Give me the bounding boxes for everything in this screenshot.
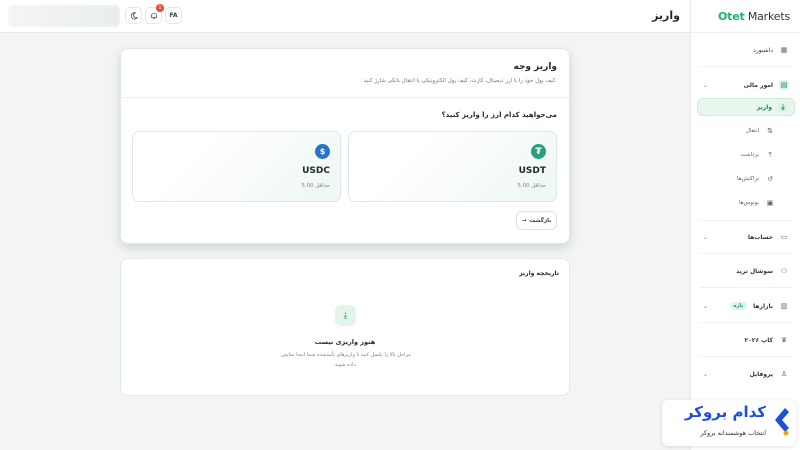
top-header: 1 FA واریز [0, 0, 690, 33]
watermark: کدام بروکر انتخاب هوشمندانه بروکر [662, 400, 796, 446]
divider [699, 287, 793, 288]
chevron-down-icon: ⌄ [703, 233, 709, 241]
coin-minimum: حداقل 5.00 [517, 183, 546, 189]
card-icon: ▭ [780, 233, 788, 241]
sidebar-item-label: واریز [756, 103, 772, 111]
user-icon: ♙ [780, 370, 788, 378]
notifications-button[interactable]: 1 [145, 4, 164, 24]
deposit-description: کیف پول خود را با ارز دیجیتال، کارت، کیف… [363, 78, 557, 84]
download-icon: ⤓ [778, 102, 788, 112]
sidebar-item-label: پروفایل [749, 370, 773, 378]
sidebar-item-label: کاپ ۲۰۲۶ [744, 336, 773, 344]
back-label: بازگشت [529, 217, 552, 224]
history-icon: ↺ [767, 175, 773, 183]
page-title: واریز [652, 9, 680, 22]
sidebar-item-finance[interactable]: ▤ امور مالی ⌄ [697, 76, 795, 94]
coin-option-usdt[interactable]: ₮ USDT حداقل 5.00 [348, 131, 557, 202]
gift-icon: ▣ [766, 199, 774, 207]
sidebar-item-bonuses[interactable]: ▣ بونوس‌ها [697, 194, 795, 212]
divider [699, 322, 793, 323]
usdc-icon: $ [315, 144, 330, 159]
sidebar-item-withdraw[interactable]: ⤒ برداشت [697, 146, 795, 164]
upload-icon: ⤒ [768, 150, 772, 159]
sidebar-item-label: بازارها [753, 302, 773, 310]
sidebar-item-label: سوشال ترید [736, 267, 773, 275]
transfer-icon: ⇅ [767, 127, 773, 135]
sidebar-item-deposit[interactable]: ⤓ واریز [697, 98, 795, 116]
language-button[interactable]: FA [165, 7, 182, 24]
logo-suffix: Markets [744, 10, 790, 23]
chevron-down-icon: ⌄ [703, 81, 709, 89]
coin-minimum: حداقل 5.00 [301, 183, 330, 189]
sidebar-item-label: انتقال [745, 128, 759, 134]
sidebar-item-transactions[interactable]: ↺ تراکنش‌ها [697, 170, 795, 188]
back-button[interactable]: بازگشت → [516, 211, 557, 230]
deposit-history-card: تاریخچه واریز ⤓ هنوز واریزی نیست مراحل ب… [120, 258, 570, 396]
deposit-title: واریز وجه [513, 62, 557, 72]
history-title: تاریخچه واریز [519, 270, 559, 277]
divider [121, 97, 569, 98]
sidebar-item-label: حساب‌ها [747, 233, 773, 241]
coin-name: USDT [518, 166, 546, 176]
coin-name: USDC [302, 166, 330, 176]
watermark-title: کدام بروکر [684, 403, 766, 421]
sidebar-item-label: بونوس‌ها [738, 200, 759, 206]
chevron-down-icon: ⌄ [703, 302, 709, 310]
theme-toggle-button[interactable] [125, 7, 142, 24]
arrow-right-icon: → [521, 217, 527, 224]
sidebar-item-accounts[interactable]: ▭ حساب‌ها ⌄ [697, 228, 795, 246]
user-account-box[interactable] [8, 5, 120, 27]
download-icon: ⤓ [335, 305, 356, 326]
new-badge: تازه [729, 302, 748, 310]
sidebar-item-label: داشبورد [753, 46, 773, 54]
divider [699, 253, 793, 254]
sidebar-item-label: تراکنش‌ها [737, 176, 759, 182]
logo-prefix: Otet [718, 10, 745, 23]
deposit-card: واریز وجه کیف پول خود را با ارز دیجیتال،… [120, 48, 570, 244]
sidebar-item-cup[interactable]: ♛ کاپ ۲۰۲۶ [697, 331, 795, 349]
divider [699, 356, 793, 357]
divider [699, 220, 793, 221]
sidebar-item-label: امور مالی [743, 81, 773, 89]
broker-logo-icon [775, 408, 789, 436]
brand-logo[interactable]: Otet Markets [718, 10, 790, 23]
notification-count-badge: 1 [156, 4, 164, 12]
moon-icon [130, 11, 138, 19]
divider [699, 66, 793, 67]
sidebar: Otet Markets ▦ داشبورد ▤ امور مالی ⌄ ⤓ و… [690, 0, 800, 450]
watermark-subtitle: انتخاب هوشمندانه بروکر [700, 429, 766, 437]
coin-option-usdc[interactable]: $ USDC حداقل 5.00 [132, 131, 341, 202]
currency-question: می‌خواهید کدام ارز را واریز کنید؟ [441, 111, 557, 119]
chevron-down-icon: ⌄ [703, 370, 709, 378]
grid-icon: ▦ [780, 46, 788, 54]
sidebar-item-transfer[interactable]: ⇅ انتقال [697, 122, 795, 140]
users-icon: ⚇ [780, 267, 788, 275]
tether-icon: ₮ [531, 144, 546, 159]
divider [691, 32, 800, 33]
trophy-icon: ♛ [780, 336, 788, 344]
sidebar-item-profile[interactable]: ♙ پروفایل ⌄ [697, 365, 795, 383]
chart-icon: ▥ [780, 302, 788, 310]
sidebar-item-dashboard[interactable]: ▦ داشبورد [697, 41, 795, 59]
sidebar-item-label: برداشت [740, 152, 759, 158]
sidebar-item-social-trade[interactable]: ⚇ سوشال ترید [697, 262, 795, 280]
empty-state-title: هنوز واریزی نیست [314, 338, 376, 346]
empty-state-description: مراحل بالا را تکمیل کنید تا واریزهای تأی… [281, 352, 411, 368]
sidebar-item-markets[interactable]: ▥ بازارها تازه ⌄ [697, 297, 795, 315]
wallet-icon: ▤ [779, 80, 789, 90]
bell-icon [150, 12, 157, 19]
